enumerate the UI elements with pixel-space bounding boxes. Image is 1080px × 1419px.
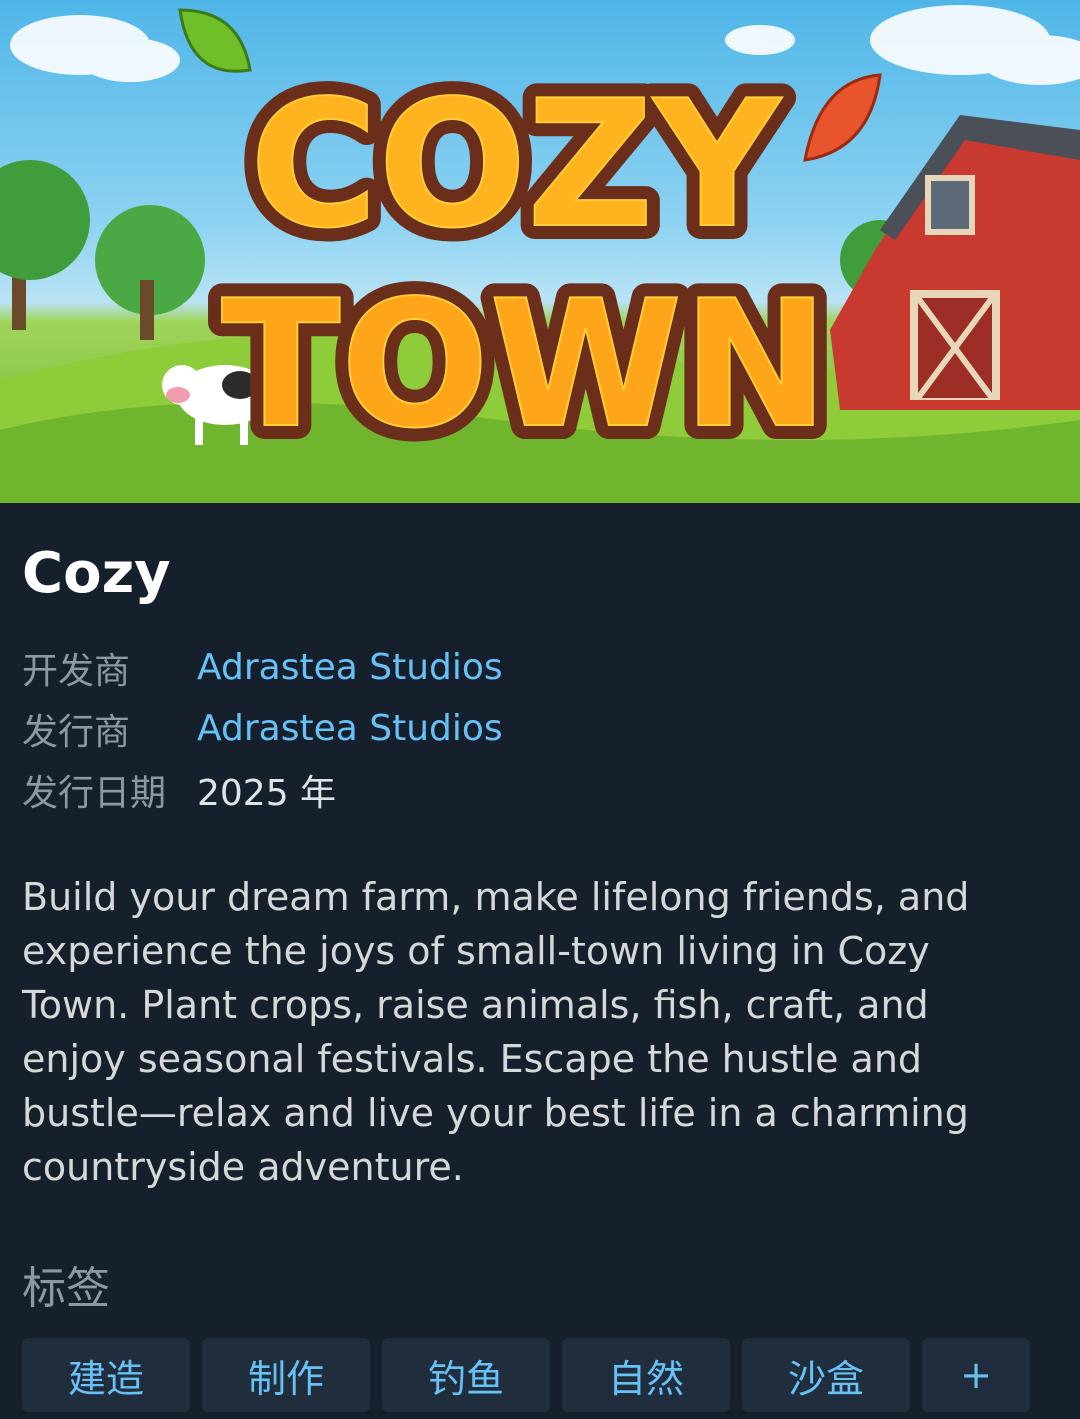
game-logo: COZY COZY TOWN TOWN <box>207 50 843 481</box>
developer-row: 开发商 Adrastea Studios <box>22 637 1058 698</box>
publisher-row: 发行商 Adrastea Studios <box>22 698 1058 759</box>
publisher-link[interactable]: Adrastea Studios <box>197 708 503 749</box>
tags-heading: 标签 <box>22 1263 110 1314</box>
game-description: Build your dream farm, make lifelong fri… <box>22 875 970 1189</box>
tag-build[interactable]: 建造 <box>22 1338 190 1412</box>
tag-fishing[interactable]: 钓鱼 <box>382 1338 550 1412</box>
more-tags-button[interactable]: + <box>922 1338 1030 1412</box>
hero-artwork: COZY COZY TOWN TOWN <box>0 5 1080 503</box>
leaf-icon <box>178 8 252 73</box>
svg-text:TOWN: TOWN <box>221 264 829 467</box>
svg-text:COZY: COZY <box>250 64 783 267</box>
developer-link[interactable]: Adrastea Studios <box>197 647 503 688</box>
developer-label: 开发商 <box>22 650 131 692</box>
tag-sandbox[interactable]: 沙盒 <box>742 1338 910 1412</box>
release-date-label: 发行日期 <box>22 772 167 814</box>
meta-list: 开发商 Adrastea Studios 发行商 Adrastea Studio… <box>22 637 1058 820</box>
hero-banner: COZY COZY TOWN TOWN <box>0 0 1080 503</box>
game-info: Cozy 开发商 Adrastea Studios 发行商 Adrastea S… <box>0 541 1080 1412</box>
game-title: Cozy <box>22 541 171 606</box>
tag-nature[interactable]: 自然 <box>562 1338 730 1412</box>
release-date-value: 2025 年 <box>197 772 337 814</box>
release-date-row: 发行日期 2025 年 <box>22 759 1058 820</box>
tag-craft[interactable]: 制作 <box>202 1338 370 1412</box>
publisher-label: 发行商 <box>22 711 131 753</box>
tag-list: 建造 制作 钓鱼 自然 沙盒 + <box>22 1338 1058 1412</box>
